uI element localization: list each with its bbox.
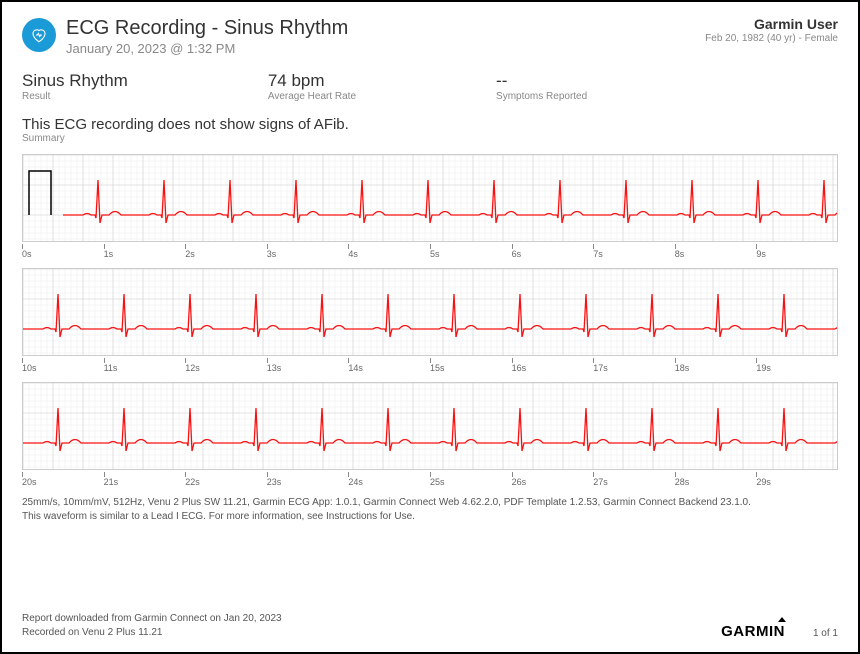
footnote-line1: 25mm/s, 10mm/mV, 512Hz, Venu 2 Plus SW 1… bbox=[22, 496, 838, 510]
tick-mark: 5s bbox=[430, 244, 440, 259]
ecg-ticks-1: 10s 11s 12s 13s 14s 15s 16s 17s 18s 19s bbox=[22, 358, 838, 374]
header-right: Garmin User Feb 20, 1982 (40 yr) - Femal… bbox=[705, 16, 838, 44]
tick-mark: 23s bbox=[267, 472, 282, 487]
tick-mark: 26s bbox=[512, 472, 527, 487]
ecg-strip-2 bbox=[22, 382, 838, 470]
tick-mark: 22s bbox=[185, 472, 200, 487]
stat-symptoms-value: -- bbox=[496, 71, 587, 91]
tick-mark: 3s bbox=[267, 244, 277, 259]
title-block: ECG Recording - Sinus Rhythm January 20,… bbox=[66, 16, 348, 56]
tick-mark: 7s bbox=[593, 244, 603, 259]
tick-mark: 13s bbox=[267, 358, 282, 373]
tick-mark: 12s bbox=[185, 358, 200, 373]
tick-mark: 8s bbox=[675, 244, 685, 259]
stat-hr-label: Average Heart Rate bbox=[268, 91, 356, 102]
tick-mark: 24s bbox=[348, 472, 363, 487]
footnote: 25mm/s, 10mm/mV, 512Hz, Venu 2 Plus SW 1… bbox=[22, 496, 838, 523]
tick-mark: 27s bbox=[593, 472, 608, 487]
footnote-line2: This waveform is similar to a Lead I ECG… bbox=[22, 510, 838, 524]
garmin-logo: GARMIN bbox=[721, 623, 785, 640]
tick-mark: 20s bbox=[22, 472, 37, 487]
tick-mark: 29s bbox=[756, 472, 771, 487]
page-number: 1 of 1 bbox=[813, 628, 838, 639]
tick-mark: 2s bbox=[185, 244, 195, 259]
tick-mark: 0s bbox=[22, 244, 32, 259]
footer: Report downloaded from Garmin Connect on… bbox=[22, 612, 838, 640]
tick-mark: 18s bbox=[675, 358, 690, 373]
tick-mark: 14s bbox=[348, 358, 363, 373]
ecg-ticks-0: 0s 1s 2s 3s 4s 5s 6s 7s 8s 9s bbox=[22, 244, 838, 260]
tick-mark: 19s bbox=[756, 358, 771, 373]
stat-symptoms-label: Symptoms Reported bbox=[496, 91, 587, 102]
tick-mark: 10s bbox=[22, 358, 37, 373]
ecg-strip-1 bbox=[22, 268, 838, 356]
ecg-strips: 0s 1s 2s 3s 4s 5s 6s 7s 8s 9s 10s 11s 12s 13s 14s 15s 16… bbox=[22, 154, 838, 488]
stat-hr-value: 74 bpm bbox=[268, 71, 356, 91]
stat-result-value: Sinus Rhythm bbox=[22, 71, 128, 91]
header-left: ECG Recording - Sinus Rhythm January 20,… bbox=[22, 16, 348, 56]
stat-result: Sinus Rhythm Result bbox=[22, 71, 128, 102]
stat-result-label: Result bbox=[22, 91, 128, 102]
footer-recorded: Recorded on Venu 2 Plus 11.21 bbox=[22, 626, 282, 640]
summary-text: This ECG recording does not show signs o… bbox=[22, 116, 838, 133]
footer-left: Report downloaded from Garmin Connect on… bbox=[22, 612, 282, 640]
stats-row: Sinus Rhythm Result 74 bpm Average Heart… bbox=[22, 71, 838, 102]
ecg-ticks-2: 20s 21s 22s 23s 24s 25s 26s 27s 28s 29s bbox=[22, 472, 838, 488]
tick-mark: 1s bbox=[104, 244, 114, 259]
header: ECG Recording - Sinus Rhythm January 20,… bbox=[22, 16, 838, 56]
footer-right: GARMIN 1 of 1 bbox=[721, 623, 838, 640]
recording-datetime: January 20, 2023 @ 1:32 PM bbox=[66, 41, 348, 56]
tick-mark: 28s bbox=[675, 472, 690, 487]
tick-mark: 21s bbox=[104, 472, 119, 487]
tick-mark: 17s bbox=[593, 358, 608, 373]
summary-block: This ECG recording does not show signs o… bbox=[22, 116, 838, 144]
tick-mark: 4s bbox=[348, 244, 358, 259]
user-name: Garmin User bbox=[705, 16, 838, 32]
page-title: ECG Recording - Sinus Rhythm bbox=[66, 16, 348, 40]
user-meta: Feb 20, 1982 (40 yr) - Female bbox=[705, 33, 838, 44]
footer-downloaded: Report downloaded from Garmin Connect on… bbox=[22, 612, 282, 626]
summary-label: Summary bbox=[22, 133, 838, 144]
tick-mark: 25s bbox=[430, 472, 445, 487]
tick-mark: 11s bbox=[104, 358, 118, 373]
stat-symptoms: -- Symptoms Reported bbox=[496, 71, 587, 102]
ecg-strip-0 bbox=[22, 154, 838, 242]
tick-mark: 15s bbox=[430, 358, 445, 373]
tick-mark: 6s bbox=[512, 244, 522, 259]
tick-mark: 16s bbox=[512, 358, 527, 373]
heart-icon bbox=[22, 18, 56, 52]
stat-heart-rate: 74 bpm Average Heart Rate bbox=[268, 71, 356, 102]
tick-mark: 9s bbox=[756, 244, 766, 259]
